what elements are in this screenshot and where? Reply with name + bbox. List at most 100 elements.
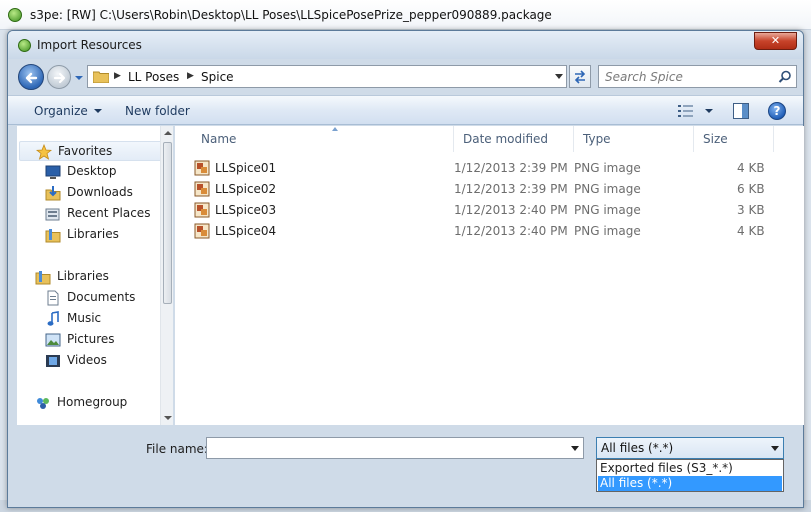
search-box[interactable] xyxy=(598,65,797,88)
view-options-dropdown-icon[interactable] xyxy=(705,109,713,113)
music-icon xyxy=(47,311,59,326)
file-list: Name Date modified Type Size LLSpice01 1… xyxy=(175,126,804,425)
refresh-button[interactable] xyxy=(569,65,591,88)
file-type-options-list: Exported files (S3_*.*) All files (*.*) xyxy=(596,459,784,492)
column-header-name[interactable]: Name xyxy=(192,126,454,152)
breadcrumb-spice[interactable]: Spice xyxy=(201,70,234,84)
nav-item-libraries-favorite[interactable]: Libraries xyxy=(45,225,165,245)
address-dropdown-icon[interactable] xyxy=(555,74,563,79)
nav-homegroup[interactable]: Homegroup xyxy=(35,393,165,413)
file-date: 1/12/2013 2:40 PM xyxy=(454,224,568,238)
file-name-combobox[interactable] xyxy=(206,437,584,459)
libraries-icon xyxy=(35,271,51,285)
nav-item-music[interactable]: Music xyxy=(45,309,165,329)
app-titlebar: s3pe: [RW] C:\Users\Robin\Desktop\LL Pos… xyxy=(0,0,811,30)
filter-option-all-files[interactable]: All files (*.*) xyxy=(598,476,782,491)
file-type-filter-value: All files (*.*) xyxy=(601,441,674,455)
nav-item-label: Downloads xyxy=(67,185,133,199)
breadcrumb-separator-icon[interactable]: ▶ xyxy=(187,71,194,81)
nav-favorites[interactable]: Favorites xyxy=(19,141,162,161)
organize-button[interactable]: Organize xyxy=(34,104,102,118)
file-name: LLSpice03 xyxy=(215,203,277,217)
chevron-down-icon[interactable] xyxy=(771,446,779,451)
back-button[interactable] xyxy=(18,64,44,90)
file-type: PNG image xyxy=(574,161,641,175)
folder-icon xyxy=(93,71,109,83)
file-date: 1/12/2013 2:39 PM xyxy=(454,161,568,175)
close-icon: ✕ xyxy=(770,34,781,47)
chevron-down-icon xyxy=(93,109,102,113)
column-header-label: Date modified xyxy=(463,132,549,146)
file-row[interactable]: LLSpice01 1/12/2013 2:39 PM PNG image 4 … xyxy=(175,158,804,179)
refresh-icon xyxy=(574,70,586,84)
address-bar[interactable]: ▶ LL Poses ▶ Spice xyxy=(87,65,567,88)
dialog-titlebar: Import Resources ✕ xyxy=(8,31,803,59)
file-name: LLSpice02 xyxy=(215,182,277,196)
file-name: LLSpice01 xyxy=(215,161,277,175)
nav-item-label: Recent Places xyxy=(67,206,151,220)
scroll-up-icon[interactable] xyxy=(164,131,172,135)
navigation-scrollbar[interactable] xyxy=(160,126,173,425)
preview-pane-icon[interactable] xyxy=(733,103,749,119)
column-header-label: Size xyxy=(703,132,728,146)
search-icon[interactable] xyxy=(778,70,792,84)
nav-homegroup-label: Homegroup xyxy=(57,395,128,409)
navigation-bar: ▶ LL Poses ▶ Spice xyxy=(8,61,803,95)
new-folder-button[interactable]: New folder xyxy=(125,104,190,118)
downloads-icon xyxy=(45,186,61,201)
nav-favorites-label: Favorites xyxy=(58,144,113,158)
back-arrow-icon xyxy=(25,72,38,84)
png-image-icon xyxy=(194,181,210,197)
file-type: PNG image xyxy=(574,224,641,238)
nav-item-label: Music xyxy=(67,311,102,325)
file-row[interactable]: LLSpice03 1/12/2013 2:40 PM PNG image 3 … xyxy=(175,200,804,221)
close-button[interactable]: ✕ xyxy=(754,32,797,50)
file-row[interactable]: LLSpice04 1/12/2013 2:40 PM PNG image 4 … xyxy=(175,221,804,242)
desktop-icon xyxy=(45,165,61,179)
nav-item-label: Pictures xyxy=(67,332,115,346)
column-header-date-modified[interactable]: Date modified xyxy=(454,126,574,152)
navigation-pane: Favorites Desktop Downloads Recent Place… xyxy=(17,126,172,425)
file-name-input[interactable] xyxy=(207,438,562,458)
breadcrumb-ll-poses[interactable]: LL Poses xyxy=(128,70,179,84)
favorites-star-icon xyxy=(36,144,52,160)
dialog-app-icon xyxy=(18,39,31,52)
forward-button[interactable] xyxy=(47,65,71,89)
search-input[interactable] xyxy=(599,66,769,87)
file-name: LLSpice04 xyxy=(215,224,277,238)
nav-item-label: Libraries xyxy=(67,227,119,241)
nav-item-label: Desktop xyxy=(67,164,117,178)
column-header-label: Type xyxy=(583,132,611,146)
change-view-icon[interactable] xyxy=(678,104,694,118)
sort-ascending-icon xyxy=(332,127,338,131)
command-bar: Organize New folder ? xyxy=(8,95,803,125)
png-image-icon xyxy=(194,223,210,239)
breadcrumb-separator-icon[interactable]: ▶ xyxy=(114,71,121,81)
file-size: 3 KB xyxy=(737,203,765,217)
scroll-down-icon[interactable] xyxy=(164,416,172,420)
app-logo-icon xyxy=(8,8,22,22)
file-name-dropdown-icon[interactable] xyxy=(571,446,579,451)
nav-libraries[interactable]: Libraries xyxy=(35,267,165,287)
filter-option-exported-files[interactable]: Exported files (S3_*.*) xyxy=(598,461,782,476)
file-size: 4 KB xyxy=(737,224,765,238)
nav-item-videos[interactable]: Videos xyxy=(45,351,165,371)
help-icon[interactable]: ? xyxy=(768,102,786,120)
file-row[interactable]: LLSpice02 1/12/2013 2:39 PM PNG image 6 … xyxy=(175,179,804,200)
documents-icon xyxy=(47,290,59,306)
file-date: 1/12/2013 2:39 PM xyxy=(454,182,568,196)
file-size: 6 KB xyxy=(737,182,765,196)
file-type-filter-dropdown[interactable]: All files (*.*) xyxy=(596,437,784,459)
column-header-size[interactable]: Size xyxy=(694,126,774,152)
pictures-icon xyxy=(45,333,61,347)
nav-item-pictures[interactable]: Pictures xyxy=(45,330,165,350)
organize-label: Organize xyxy=(34,104,88,118)
nav-item-documents[interactable]: Documents xyxy=(45,288,165,308)
column-header-type[interactable]: Type xyxy=(574,126,694,152)
nav-item-desktop[interactable]: Desktop xyxy=(45,162,165,182)
scrollbar-thumb[interactable] xyxy=(163,142,172,304)
nav-item-recent-places[interactable]: Recent Places xyxy=(45,204,165,224)
file-type: PNG image xyxy=(574,182,641,196)
nav-item-downloads[interactable]: Downloads xyxy=(45,183,165,203)
recent-pages-dropdown-icon[interactable] xyxy=(74,73,84,83)
